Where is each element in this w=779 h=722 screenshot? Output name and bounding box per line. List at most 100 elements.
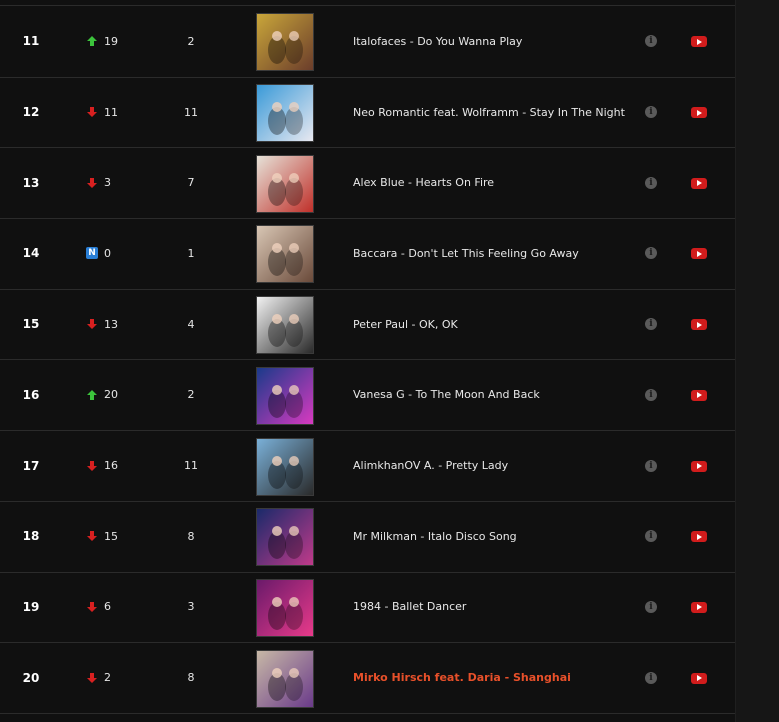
youtube-icon[interactable] bbox=[691, 672, 707, 684]
track-title[interactable]: Mirko Hirsch feat. Daria - Shanghai bbox=[353, 642, 623, 713]
position-change: 2 bbox=[86, 642, 148, 713]
chart-row: 11 19 2 Italofaces - Do You Wanna Play i bbox=[0, 6, 735, 78]
chart-list: 11 19 2 Italofaces - Do You Wanna Play i… bbox=[0, 0, 736, 722]
album-cover[interactable] bbox=[256, 649, 314, 708]
chart-row: 12 11 11 Neo Romantic feat. Wolframm - S… bbox=[0, 77, 735, 149]
arrow-up-icon bbox=[86, 35, 98, 47]
position-change-value: 11 bbox=[104, 105, 118, 119]
track-title[interactable]: Italofaces - Do You Wanna Play bbox=[353, 6, 623, 77]
album-art-image bbox=[257, 579, 313, 636]
arrow-down-icon bbox=[86, 106, 98, 118]
album-art-image bbox=[257, 226, 313, 283]
album-cover[interactable] bbox=[256, 225, 314, 284]
youtube-icon[interactable] bbox=[691, 107, 707, 119]
position-change: 13 bbox=[86, 289, 148, 360]
youtube-icon[interactable] bbox=[691, 177, 707, 189]
chart-position: 18 bbox=[22, 529, 40, 544]
weeks-on-chart: 11 bbox=[184, 105, 198, 119]
arrow-down-icon bbox=[86, 672, 98, 684]
album-art-image bbox=[257, 509, 313, 566]
position-change: N0 bbox=[86, 218, 148, 289]
chart-row: 13 3 7 Alex Blue - Hearts On Fire i bbox=[0, 147, 735, 220]
weeks-on-chart: 8 bbox=[187, 671, 195, 685]
info-icon[interactable]: i bbox=[645, 671, 657, 684]
position-change: 19 bbox=[86, 6, 148, 77]
youtube-icon[interactable] bbox=[691, 319, 707, 331]
info-icon[interactable]: i bbox=[645, 459, 657, 472]
position-change: 11 bbox=[86, 77, 148, 148]
youtube-icon[interactable] bbox=[691, 389, 707, 401]
info-icon[interactable]: i bbox=[645, 530, 657, 543]
chart-row: 15 13 4 Peter Paul - OK, OK i bbox=[0, 289, 735, 361]
track-title[interactable]: Vanesa G - To The Moon And Back bbox=[353, 360, 623, 431]
chart-position: 16 bbox=[22, 387, 40, 402]
info-icon[interactable]: i bbox=[645, 106, 657, 119]
chart-position: 13 bbox=[22, 175, 40, 190]
weeks-on-chart: 4 bbox=[187, 317, 195, 331]
info-icon[interactable]: i bbox=[645, 600, 657, 613]
album-art-image bbox=[257, 367, 313, 424]
info-icon[interactable]: i bbox=[645, 388, 657, 401]
arrow-down-icon bbox=[86, 601, 98, 613]
track-title[interactable]: Neo Romantic feat. Wolframm - Stay In Th… bbox=[353, 77, 625, 148]
weeks-on-chart: 7 bbox=[187, 176, 195, 190]
chart-position: 12 bbox=[22, 105, 40, 120]
position-change-value: 16 bbox=[104, 459, 118, 473]
chart-row: 16 20 2 Vanesa G - To The Moon And Back bbox=[0, 360, 735, 432]
weeks-on-chart: 2 bbox=[187, 388, 195, 402]
info-icon[interactable]: i bbox=[645, 35, 657, 48]
album-art-image bbox=[257, 155, 313, 212]
position-change-value: 13 bbox=[104, 317, 118, 331]
album-cover[interactable] bbox=[256, 154, 314, 213]
info-icon[interactable]: i bbox=[645, 176, 657, 189]
youtube-icon[interactable] bbox=[691, 36, 707, 48]
album-cover[interactable] bbox=[256, 508, 314, 567]
track-title[interactable]: Peter Paul - OK, OK bbox=[353, 289, 623, 360]
youtube-icon[interactable] bbox=[691, 248, 707, 260]
weeks-on-chart: 11 bbox=[184, 459, 198, 473]
position-change-value: 15 bbox=[104, 529, 118, 543]
album-cover[interactable] bbox=[256, 13, 314, 72]
new-entry-badge: N bbox=[86, 247, 98, 260]
album-art-image bbox=[257, 297, 313, 354]
track-title[interactable]: AlimkhanOV A. - Pretty Lady bbox=[353, 430, 623, 501]
position-change-value: 20 bbox=[104, 388, 118, 402]
position-change: 16 bbox=[86, 430, 148, 501]
position-change-value: 0 bbox=[104, 246, 111, 260]
arrow-down-icon bbox=[86, 530, 98, 542]
track-title[interactable]: Mr Milkman - Italo Disco Song bbox=[353, 501, 623, 572]
album-art-image bbox=[257, 14, 313, 71]
album-art-image bbox=[257, 650, 313, 707]
weeks-on-chart: 3 bbox=[187, 600, 195, 614]
track-title[interactable]: Alex Blue - Hearts On Fire bbox=[353, 147, 623, 218]
chart-row: 19 6 3 1984 - Ballet Dancer i bbox=[0, 572, 735, 644]
weeks-on-chart: 8 bbox=[187, 529, 195, 543]
position-change: 3 bbox=[86, 147, 148, 218]
position-change-value: 3 bbox=[104, 176, 111, 190]
arrow-down-icon bbox=[86, 177, 98, 189]
chart-position: 20 bbox=[22, 670, 40, 685]
youtube-icon[interactable] bbox=[691, 460, 707, 472]
arrow-down-icon bbox=[86, 318, 98, 330]
position-change: 6 bbox=[86, 572, 148, 643]
track-title[interactable]: 1984 - Ballet Dancer bbox=[353, 572, 623, 643]
position-change: 15 bbox=[86, 501, 148, 572]
youtube-icon[interactable] bbox=[691, 601, 707, 613]
info-icon[interactable]: i bbox=[645, 318, 657, 331]
chart-position: 14 bbox=[22, 246, 40, 261]
track-title[interactable]: Baccara - Don't Let This Feeling Go Away bbox=[353, 218, 623, 289]
album-art-image bbox=[257, 85, 313, 142]
album-cover[interactable] bbox=[256, 437, 314, 496]
chart-position: 11 bbox=[22, 34, 40, 49]
youtube-icon[interactable] bbox=[691, 531, 707, 543]
chart-position: 15 bbox=[22, 317, 40, 332]
info-icon[interactable]: i bbox=[645, 247, 657, 260]
album-cover[interactable] bbox=[256, 84, 314, 143]
weeks-on-chart: 1 bbox=[187, 246, 195, 260]
position-change-value: 6 bbox=[104, 600, 111, 614]
album-cover[interactable] bbox=[256, 296, 314, 355]
position-change-value: 2 bbox=[104, 671, 111, 685]
album-cover[interactable] bbox=[256, 366, 314, 425]
weeks-on-chart: 2 bbox=[187, 34, 195, 48]
album-cover[interactable] bbox=[256, 578, 314, 637]
